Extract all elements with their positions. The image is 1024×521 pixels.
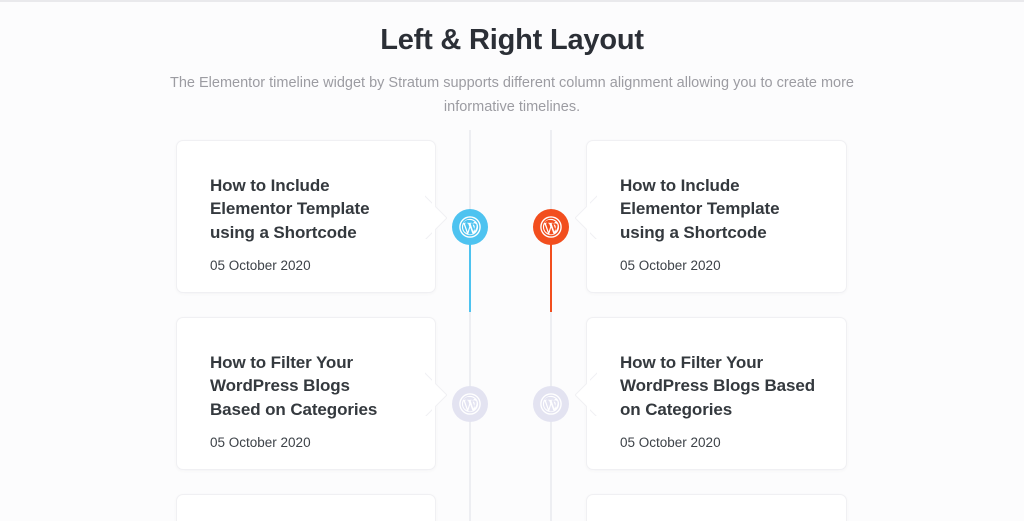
card-date: 05 October 2020 bbox=[210, 434, 311, 450]
card-title: How to Filter Your WordPress Blogs Based… bbox=[210, 353, 378, 419]
browser-top-edge bbox=[0, 0, 1024, 2]
timeline-card-left[interactable] bbox=[176, 494, 436, 521]
card-title: How to Include Elementor Template using … bbox=[620, 176, 780, 242]
timeline-card-right[interactable] bbox=[586, 494, 847, 521]
page-title: Left & Right Layout bbox=[380, 24, 644, 56]
page-subtitle: The Elementor timeline widget by Stratum… bbox=[170, 75, 854, 115]
card-title: How to Include Elementor Template using … bbox=[210, 176, 370, 242]
timeline-marker-left[interactable] bbox=[452, 209, 488, 245]
timeline-card-right[interactable]: How to Filter Your WordPress Blogs Based… bbox=[586, 317, 847, 470]
card-date: 05 October 2020 bbox=[620, 434, 721, 450]
card-date: 05 October 2020 bbox=[620, 257, 721, 273]
card-pointer-mask bbox=[432, 195, 435, 239]
page-header: Left & Right Layout The Elementor timeli… bbox=[0, 22, 1024, 119]
card-title: How to Filter Your WordPress Blogs Based… bbox=[620, 353, 816, 419]
timeline-card-left[interactable]: How to Filter Your WordPress Blogs Based… bbox=[176, 317, 436, 470]
timeline-marker-stem-right bbox=[550, 244, 552, 256]
timeline-page: Left & Right Layout The Elementor timeli… bbox=[0, 0, 1024, 521]
timeline-card-right[interactable]: How to Include Elementor Template using … bbox=[586, 140, 847, 293]
timeline-rail-right bbox=[550, 130, 552, 521]
timeline-container: How to Include Elementor Template using … bbox=[0, 130, 1024, 521]
timeline-marker-left[interactable] bbox=[452, 386, 488, 422]
wordpress-icon bbox=[540, 216, 562, 238]
wordpress-icon bbox=[459, 393, 481, 415]
timeline-marker-right[interactable] bbox=[533, 209, 569, 245]
card-pointer-mask bbox=[432, 372, 435, 416]
card-pointer-mask bbox=[587, 372, 590, 416]
timeline-marker-right[interactable] bbox=[533, 386, 569, 422]
wordpress-icon bbox=[540, 393, 562, 415]
wordpress-icon bbox=[459, 216, 481, 238]
card-date: 05 October 2020 bbox=[210, 257, 311, 273]
card-pointer-mask bbox=[587, 195, 590, 239]
timeline-rail-left bbox=[469, 130, 471, 521]
timeline-card-left[interactable]: How to Include Elementor Template using … bbox=[176, 140, 436, 293]
timeline-marker-stem-left bbox=[469, 244, 471, 256]
